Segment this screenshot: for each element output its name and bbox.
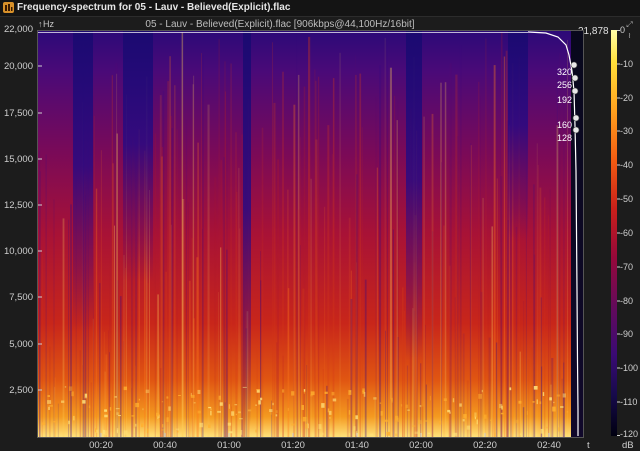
- app-icon: [3, 2, 14, 13]
- y-tick-label: 20,000: [3, 61, 33, 72]
- x-tick-label: 02:40: [537, 440, 561, 451]
- spectrogram-canvas: [38, 31, 583, 437]
- y-tick-label: 17,500: [3, 108, 33, 119]
- quiet-region: [406, 31, 422, 361]
- bitrate-label-128: 128: [556, 133, 572, 143]
- quiet-region: [508, 31, 528, 241]
- colorbar-unit: dB: [622, 440, 634, 451]
- expand-icon[interactable]: ⤢: [625, 20, 634, 29]
- x-axis-unit: t: [587, 440, 590, 451]
- colorbar-label: -120: [620, 429, 639, 439]
- colorbar-label: -60: [620, 228, 634, 238]
- colorbar-label: -100: [620, 363, 639, 373]
- x-tick-label: 00:40: [153, 440, 177, 451]
- bitrate-label-160: 160: [556, 120, 572, 130]
- x-tick-label: 01:40: [345, 440, 369, 451]
- colorbar-label: -30: [620, 126, 634, 136]
- quiet-region: [73, 31, 93, 331]
- y-tick-label: 15,000: [3, 154, 33, 165]
- title-bar: Frequency-spectrum for 05 - Lauv - Belie…: [0, 0, 640, 17]
- y-tick-label: 22,000: [3, 24, 33, 35]
- colorbar-label: -90: [620, 329, 634, 339]
- colorbar-label: -70: [620, 262, 634, 272]
- colorbar-label: 0: [620, 25, 626, 35]
- y-tick-label: 2,500: [9, 385, 33, 396]
- colorbar-label: -10: [620, 59, 634, 69]
- x-tick-label: 02:00: [409, 440, 433, 451]
- bitrate-dot-128[interactable]: [572, 126, 580, 134]
- y-tick-label: 5,000: [9, 339, 33, 350]
- x-tick-label: 01:20: [281, 440, 305, 451]
- colorbar-label: -50: [620, 194, 634, 204]
- x-tick-label: 02:20: [473, 440, 497, 451]
- spectrogram[interactable]: [37, 30, 584, 438]
- y-tick-label: 10,000: [3, 246, 33, 257]
- window-title: Frequency-spectrum for 05 - Lauv - Belie…: [17, 2, 291, 13]
- bitrate-dot-256[interactable]: [571, 74, 579, 82]
- bitrate-label-192: 192: [556, 95, 572, 105]
- plot-title: 05 - Lauv - Believed(Explicit).flac [906…: [145, 19, 415, 30]
- y-tick-label: 12,500: [3, 200, 33, 211]
- colorbar-label: -80: [620, 296, 634, 306]
- colorbar-label: -20: [620, 93, 634, 103]
- bitrate-dot-160[interactable]: [572, 114, 580, 122]
- settings-icon[interactable]: ≀: [625, 31, 634, 40]
- colorbar-label: -40: [620, 160, 634, 170]
- y-tick-label: 7,500: [9, 292, 33, 303]
- quiet-region: [243, 31, 251, 426]
- x-tick-label: 00:20: [89, 440, 113, 451]
- x-tick-label: 01:00: [217, 440, 241, 451]
- bitrate-label-320: 320: [556, 67, 572, 77]
- bitrate-dot-192[interactable]: [571, 87, 579, 95]
- colorbar-label: -110: [620, 397, 638, 407]
- quiet-region: [123, 31, 153, 281]
- bitrate-label-256: 256: [556, 80, 572, 90]
